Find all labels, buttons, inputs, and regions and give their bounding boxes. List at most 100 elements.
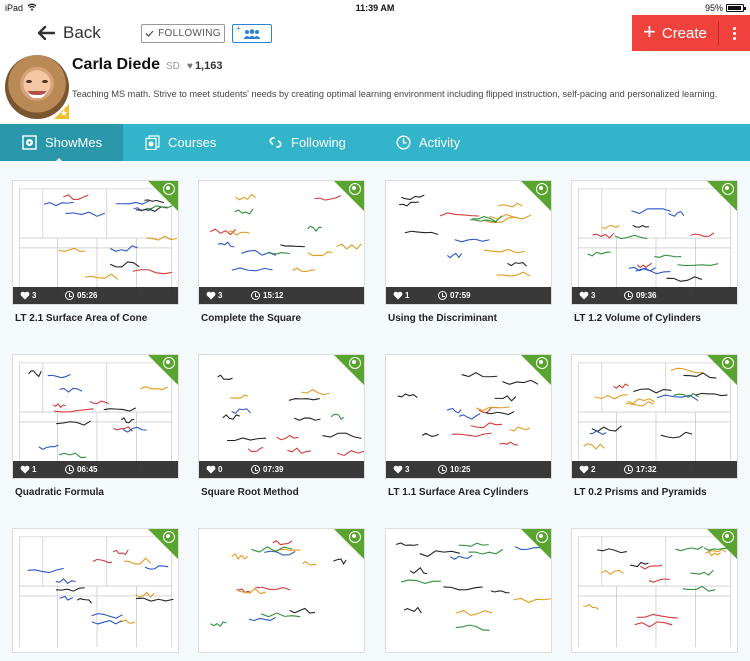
checkmark-icon xyxy=(145,30,154,37)
showme-thumbnail[interactable]: 2 17:32 xyxy=(571,354,738,479)
showme-card[interactable]: 1 06:45 Quadratic Formula xyxy=(12,354,179,498)
showme-title[interactable]: LT 1.2 Volume of Cylinders xyxy=(571,313,738,324)
showme-title[interactable]: LT 0.2 Prisms and Pyramids xyxy=(571,487,738,498)
duration: 07:39 xyxy=(251,465,283,474)
heart-icon xyxy=(393,465,403,474)
duration: 05:26 xyxy=(65,291,97,300)
clock-icon xyxy=(396,135,411,150)
showme-title[interactable]: LT 1.1 Surface Area Cylinders xyxy=(385,487,552,498)
showme-title[interactable]: Complete the Square xyxy=(198,313,365,324)
whiteboard-preview xyxy=(577,536,732,648)
clock-icon xyxy=(438,291,447,300)
clock-icon xyxy=(438,465,447,474)
profile-badge: SD xyxy=(166,61,180,72)
heart-icon xyxy=(393,291,403,300)
back-button[interactable]: Back xyxy=(37,23,101,43)
showme-title[interactable]: Square Root Method xyxy=(198,487,365,498)
tab-following[interactable]: Following xyxy=(246,124,374,161)
heart-icon xyxy=(206,465,216,474)
showme-thumbnail[interactable] xyxy=(385,528,552,653)
tab-bar: ShowMes Courses Following Activity xyxy=(0,124,750,162)
whiteboard-preview xyxy=(396,542,551,631)
tab-activity[interactable]: Activity xyxy=(374,124,504,161)
play-square-icon xyxy=(22,135,37,150)
showme-thumbnail[interactable]: 1 06:45 xyxy=(12,354,179,479)
showme-thumbnail[interactable]: 3 10:25 xyxy=(385,354,552,479)
showme-card[interactable]: 3 09:36 LT 1.2 Volume of Cylinders xyxy=(571,180,738,324)
duration-value: 17:32 xyxy=(636,465,657,474)
heart-icon xyxy=(206,291,216,300)
following-label: FOLLOWING xyxy=(158,28,221,39)
showme-card[interactable]: 3 15:12 Complete the Square xyxy=(198,180,365,324)
more-options-button[interactable] xyxy=(719,15,750,51)
showme-card[interactable]: 0 07:39 Square Root Method xyxy=(198,354,365,498)
showme-card[interactable]: 3 05:26 LT 2.1 Surface Area of Cone xyxy=(12,180,179,324)
duration-value: 15:12 xyxy=(263,291,284,300)
battery-percent: 95% xyxy=(704,3,723,13)
following-button[interactable]: FOLLOWING xyxy=(141,24,225,43)
duration-value: 07:59 xyxy=(450,291,471,300)
showme-stats: 3 10:25 xyxy=(386,461,551,478)
showme-card[interactable] xyxy=(571,528,738,661)
tab-label: Courses xyxy=(168,135,217,150)
tab-label: ShowMes xyxy=(45,135,103,150)
likes-count: 1 xyxy=(32,465,37,474)
likes-count: 3 xyxy=(591,291,596,300)
showme-title[interactable]: Using the Discriminant xyxy=(385,313,552,324)
heart-icon xyxy=(20,465,30,474)
battery-icon xyxy=(726,4,746,12)
whiteboard-preview xyxy=(210,540,347,627)
status-bar: iPad 11:39 AM 95% xyxy=(0,0,750,16)
likes-count: 3 xyxy=(405,465,410,474)
create-button[interactable]: + Create xyxy=(632,15,718,51)
link-icon xyxy=(269,137,282,148)
showme-card[interactable] xyxy=(12,528,179,661)
showme-thumbnail[interactable]: 3 15:12 xyxy=(198,180,365,305)
duration: 07:59 xyxy=(438,291,470,300)
showme-card[interactable] xyxy=(198,528,365,661)
avatar[interactable] xyxy=(5,55,69,119)
whiteboard-preview xyxy=(18,536,174,648)
tab-label: Following xyxy=(291,135,346,150)
profile-header: iPad 11:39 AM 95% Back FOLLOWING + + Cre… xyxy=(0,0,750,124)
back-label: Back xyxy=(63,23,101,42)
tab-courses[interactable]: Courses xyxy=(123,124,246,161)
likes-count: 1,163 xyxy=(194,60,223,72)
showme-stats: 0 07:39 xyxy=(199,461,364,478)
likes-count: 2 xyxy=(591,465,596,474)
showme-card[interactable]: 3 10:25 LT 1.1 Surface Area Cylinders xyxy=(385,354,552,498)
showme-thumbnail[interactable] xyxy=(198,528,365,653)
whiteboard-preview xyxy=(18,188,178,300)
showme-thumbnail[interactable]: 1 07:59 xyxy=(385,180,552,305)
showme-thumbnail[interactable] xyxy=(571,528,738,653)
stacked-videos-icon xyxy=(145,135,160,150)
create-button-group: + Create xyxy=(632,15,750,51)
showme-card[interactable]: 1 07:59 Using the Discriminant xyxy=(385,180,552,324)
showme-card[interactable] xyxy=(385,528,552,661)
whiteboard-preview xyxy=(210,193,363,273)
showme-thumbnail[interactable]: 0 07:39 xyxy=(198,354,365,479)
likes: 3 xyxy=(572,291,624,300)
duration-value: 06:45 xyxy=(77,465,98,474)
profile-name: Carla Diede xyxy=(72,56,161,73)
whiteboard-preview xyxy=(577,362,732,474)
duration-value: 09:36 xyxy=(636,291,657,300)
duration-value: 07:39 xyxy=(263,465,284,474)
whiteboard-preview xyxy=(217,374,364,457)
showme-title[interactable]: LT 2.1 Surface Area of Cone xyxy=(12,313,179,324)
showme-title[interactable]: Quadratic Formula xyxy=(12,487,179,498)
showme-stats: 3 15:12 xyxy=(199,287,364,304)
heart-icon: ♥ xyxy=(187,60,193,72)
duration: 15:12 xyxy=(251,291,283,300)
duration: 09:36 xyxy=(624,291,656,300)
showme-thumbnail[interactable]: 3 05:26 xyxy=(12,180,179,305)
tab-showmes[interactable]: ShowMes xyxy=(0,124,123,162)
likes: 0 xyxy=(199,465,251,474)
arrow-left-icon xyxy=(37,26,55,40)
add-to-group-button[interactable]: + xyxy=(232,24,272,43)
showme-stats: 1 06:45 xyxy=(13,461,178,478)
more-vertical-icon xyxy=(733,26,736,30)
showme-card[interactable]: 2 17:32 LT 0.2 Prisms and Pyramids xyxy=(571,354,738,498)
showme-thumbnail[interactable]: 3 09:36 xyxy=(571,180,738,305)
showme-thumbnail[interactable] xyxy=(12,528,179,653)
